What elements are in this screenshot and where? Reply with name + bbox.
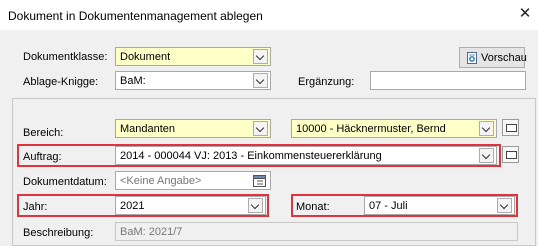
monat-label: Monat: (296, 201, 330, 213)
dokumentklasse-value: Dokument (120, 51, 171, 63)
window-title: Dokument in Dokumentenmanagement ablegen (8, 9, 263, 23)
chevron-down-icon[interactable] (253, 73, 268, 88)
auftrag-select[interactable]: 2014 - 000044 VJ: 2013 - Einkommensteuer… (115, 146, 497, 165)
dokumentdatum-input[interactable]: <Keine Angabe> (115, 171, 271, 190)
chevron-down-icon[interactable] (253, 49, 268, 64)
chevron-down-icon[interactable] (479, 148, 494, 163)
bereich-select[interactable]: Mandanten (115, 119, 271, 138)
beschreibung-label: Beschreibung: (23, 227, 94, 239)
auftrag-label: Auftrag: (23, 151, 62, 163)
auftrag-value: 2014 - 000044 VJ: 2013 - Einkommensteuer… (120, 150, 382, 162)
monat-select[interactable]: 07 - Juli (364, 196, 515, 215)
dokumentdatum-label: Dokumentdatum: (23, 176, 107, 188)
beschreibung-input[interactable]: BaM: 2021/7 (115, 222, 518, 241)
dokumentdatum-placeholder: <Keine Angabe> (120, 175, 202, 187)
close-icon[interactable]: ✕ (514, 4, 536, 24)
calendar-icon[interactable] (252, 173, 267, 188)
monat-value: 07 - Juli (369, 200, 408, 212)
dokumentklasse-label: Dokumentklasse: (23, 51, 108, 63)
jahr-select[interactable]: 2021 (115, 196, 266, 215)
ablage-knigge-label: Ablage-Knigge: (23, 76, 99, 88)
mandant-select[interactable]: 10000 - Häcknermuster, Bernd (291, 119, 497, 138)
bereich-label: Bereich: (23, 127, 64, 139)
mandant-details-icon[interactable] (502, 119, 519, 136)
chevron-down-icon[interactable] (479, 121, 494, 136)
auftrag-details-icon[interactable] (502, 146, 519, 163)
ablage-knigge-select[interactable]: BaM: (115, 71, 271, 90)
beschreibung-value: BaM: 2021/7 (120, 226, 183, 238)
chevron-down-icon[interactable] (253, 121, 268, 136)
bereich-value: Mandanten (120, 123, 176, 135)
vorschau-button[interactable]: Vorschau (459, 47, 527, 68)
vorschau-label: Vorschau (481, 52, 527, 64)
chevron-down-icon[interactable] (497, 198, 512, 213)
ergaenzung-input[interactable] (370, 71, 526, 90)
preview-icon (467, 52, 477, 64)
mandant-value: 10000 - Häcknermuster, Bernd (296, 123, 446, 135)
jahr-value: 2021 (120, 200, 145, 212)
ergaenzung-label: Ergänzung: (298, 76, 355, 88)
ablage-knigge-value: BaM: (120, 75, 146, 87)
chevron-down-icon[interactable] (248, 198, 263, 213)
dokumentklasse-select[interactable]: Dokument (115, 47, 271, 66)
jahr-label: Jahr: (23, 201, 48, 213)
